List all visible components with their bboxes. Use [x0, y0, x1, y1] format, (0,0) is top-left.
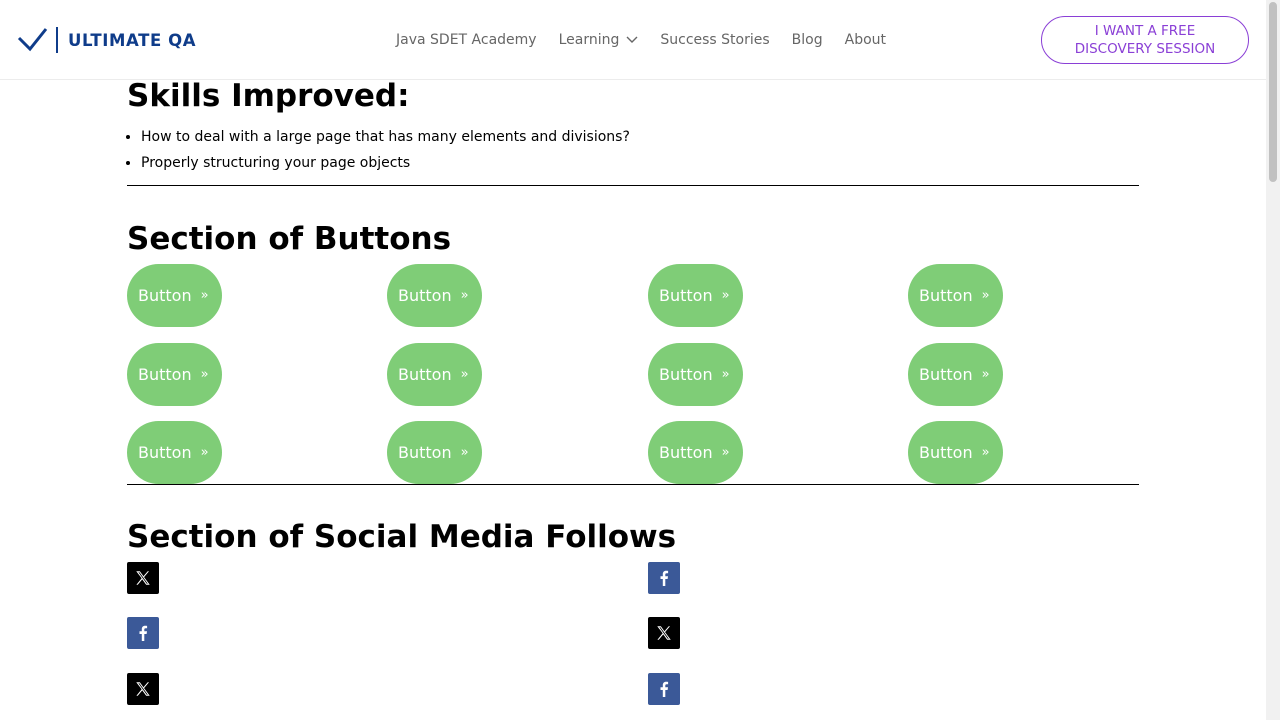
logo-divider [56, 27, 58, 53]
button-label: Button [659, 286, 713, 305]
nav-label: Success Stories [660, 32, 770, 48]
x-follow-button[interactable] [648, 617, 680, 649]
x-follow-button[interactable] [127, 673, 159, 705]
free-discovery-session-button[interactable]: I WANT A FREE DISCOVERY SESSION [1041, 16, 1249, 64]
green-button[interactable]: Button » [387, 264, 482, 327]
green-button[interactable]: Button » [908, 421, 1003, 484]
button-label: Button [138, 286, 192, 305]
logo[interactable]: ULTIMATE QA [16, 24, 196, 56]
section-divider [127, 185, 1139, 186]
facebook-follow-button[interactable] [648, 562, 680, 594]
double-chevron-right-icon: » [200, 367, 209, 382]
button-label: Button [398, 286, 452, 305]
double-chevron-right-icon: » [200, 445, 209, 460]
double-chevron-right-icon: » [721, 367, 730, 382]
button-label: Button [659, 443, 713, 462]
button-label: Button [919, 443, 973, 462]
nav-label: Java SDET Academy [396, 32, 537, 48]
green-button[interactable]: Button » [908, 264, 1003, 327]
facebook-follow-button[interactable] [127, 617, 159, 649]
button-label: Button [919, 286, 973, 305]
button-label: Button [919, 365, 973, 384]
facebook-icon [657, 570, 671, 586]
double-chevron-right-icon: » [981, 367, 990, 382]
scrollbar-thumb[interactable] [1269, 2, 1277, 182]
button-label: Button [138, 365, 192, 384]
double-chevron-right-icon: » [721, 288, 730, 303]
green-button[interactable]: Button » [648, 421, 743, 484]
logo-text: ULTIMATE QA [68, 30, 197, 50]
page-scrollbar[interactable] [1266, 0, 1280, 720]
checkmark-logo-icon [17, 28, 48, 52]
nav-java-sdet-academy[interactable]: Java SDET Academy [396, 32, 537, 48]
x-icon [655, 624, 673, 642]
green-button[interactable]: Button » [387, 421, 482, 484]
facebook-follow-button[interactable] [648, 673, 680, 705]
green-button[interactable]: Button » [387, 343, 482, 406]
nav-success-stories[interactable]: Success Stories [660, 32, 769, 48]
button-label: Button [138, 443, 192, 462]
nav-blog[interactable]: Blog [792, 32, 823, 48]
nav-learning[interactable]: Learning [559, 32, 639, 48]
button-label: Button [659, 365, 713, 384]
x-follow-button[interactable] [127, 562, 159, 594]
double-chevron-right-icon: » [981, 288, 990, 303]
double-chevron-right-icon: » [460, 288, 469, 303]
double-chevron-right-icon: » [460, 367, 469, 382]
double-chevron-right-icon: » [721, 445, 730, 460]
nav-label: Learning [558, 32, 620, 48]
button-label: Button [398, 443, 452, 462]
main-nav: Java SDET Academy Learning Success Stori… [396, 30, 886, 50]
double-chevron-right-icon: » [200, 288, 209, 303]
social-section-heading: Section of Social Media Follows [127, 519, 677, 555]
skills-list: How to deal with a large page that has m… [141, 124, 630, 176]
green-button[interactable]: Button » [648, 264, 743, 327]
section-divider [127, 484, 1139, 485]
x-icon [134, 569, 152, 587]
x-icon [134, 680, 152, 698]
skills-list-item: Properly structuring your page objects [141, 150, 630, 176]
nav-about[interactable]: About [845, 32, 886, 48]
button-label: Button [398, 365, 452, 384]
site-header: ULTIMATE QA Java SDET Academy Learning S… [0, 0, 1266, 80]
green-button[interactable]: Button » [127, 421, 222, 484]
skills-heading: Skills Improved: [127, 78, 410, 114]
green-button[interactable]: Button » [127, 343, 222, 406]
double-chevron-right-icon: » [460, 445, 469, 460]
chevron-down-icon [626, 36, 638, 43]
double-chevron-right-icon: » [981, 445, 990, 460]
facebook-icon [657, 681, 671, 697]
green-button[interactable]: Button » [908, 343, 1003, 406]
buttons-section-heading: Section of Buttons [127, 221, 452, 257]
nav-label: Blog [791, 32, 823, 48]
nav-label: About [844, 32, 887, 48]
skills-list-item: How to deal with a large page that has m… [141, 124, 630, 150]
green-button[interactable]: Button » [127, 264, 222, 327]
green-button[interactable]: Button » [648, 343, 743, 406]
facebook-icon [136, 625, 150, 641]
